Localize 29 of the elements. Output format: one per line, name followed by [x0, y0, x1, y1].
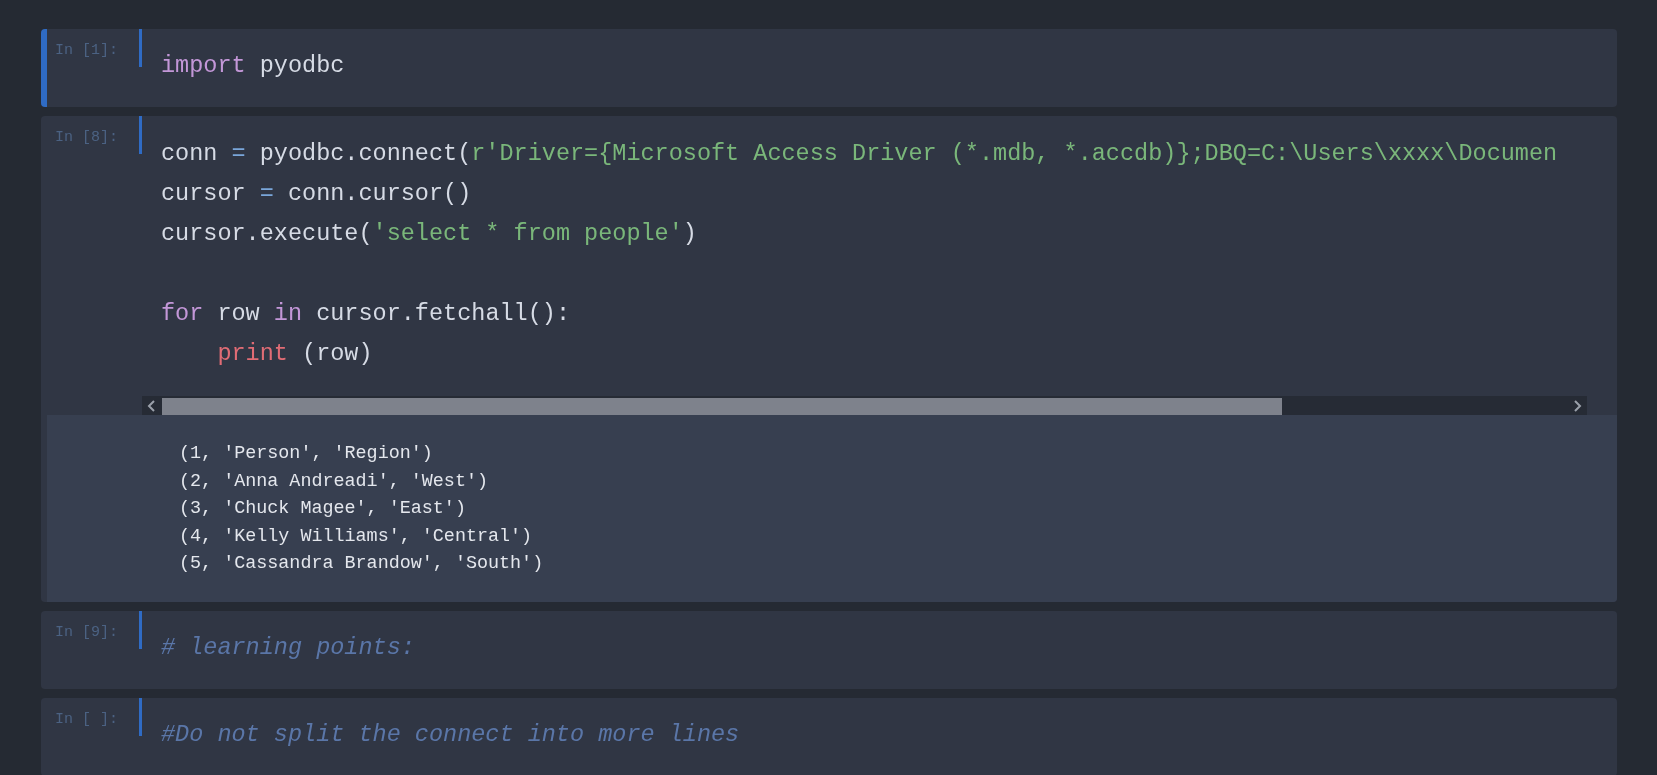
notebook-cell[interactable]: In [9]: # learning points:: [41, 610, 1617, 689]
output-line: (4, 'Kelly Williams', 'Central'): [179, 524, 534, 549]
code-line: import pyodbc: [161, 51, 346, 81]
notebook-cell[interactable]: In [ ]: #Do not split the connect into more lines: [41, 697, 1617, 775]
code-line: for row in cursor.fetchall():: [161, 299, 571, 329]
input-prompt: In [9]:: [54, 622, 119, 643]
code-line: #Do not split the connect into more lines: [161, 719, 741, 750]
code-line: cursor = conn.cursor(): [161, 179, 473, 209]
input-marker: [139, 610, 142, 649]
input-marker: [139, 29, 142, 67]
output-line: (1, 'Person', 'Region'): [179, 442, 434, 466]
output-line: (2, 'Anna Andreadi', 'West'): [179, 469, 489, 494]
scrollbar-thumb[interactable]: [162, 398, 1282, 415]
code-line: print (row): [216, 339, 374, 369]
notebook-cell[interactable]: [41, 116, 1617, 602]
chevron-left-icon[interactable]: [147, 399, 157, 412]
input-prompt: In [1]:: [54, 41, 119, 61]
code-line: cursor.execute('select * from people'): [161, 219, 698, 249]
chevron-right-icon[interactable]: [1572, 399, 1582, 412]
input-prompt: In [8]:: [54, 128, 119, 148]
output-line: (5, 'Cassandra Brandow', 'South'): [179, 552, 545, 576]
output-line: (3, 'Chuck Magee', 'East'): [179, 497, 467, 521]
input-prompt: In [ ]:: [54, 709, 119, 730]
code-line: conn = pyodbc.connect(r'Driver={Microsoft Access Driver (*.mdb, *.accdb)};DBQ=C:\Users\xxxx\Documen: [161, 139, 1559, 169]
horizontal-scrollbar[interactable]: [142, 396, 1587, 415]
input-marker: [139, 116, 142, 154]
notebook-cell[interactable]: In [1]: import pyodbc: [41, 29, 1617, 107]
input-marker: [139, 697, 142, 736]
code-line: # learning points:: [161, 632, 416, 663]
